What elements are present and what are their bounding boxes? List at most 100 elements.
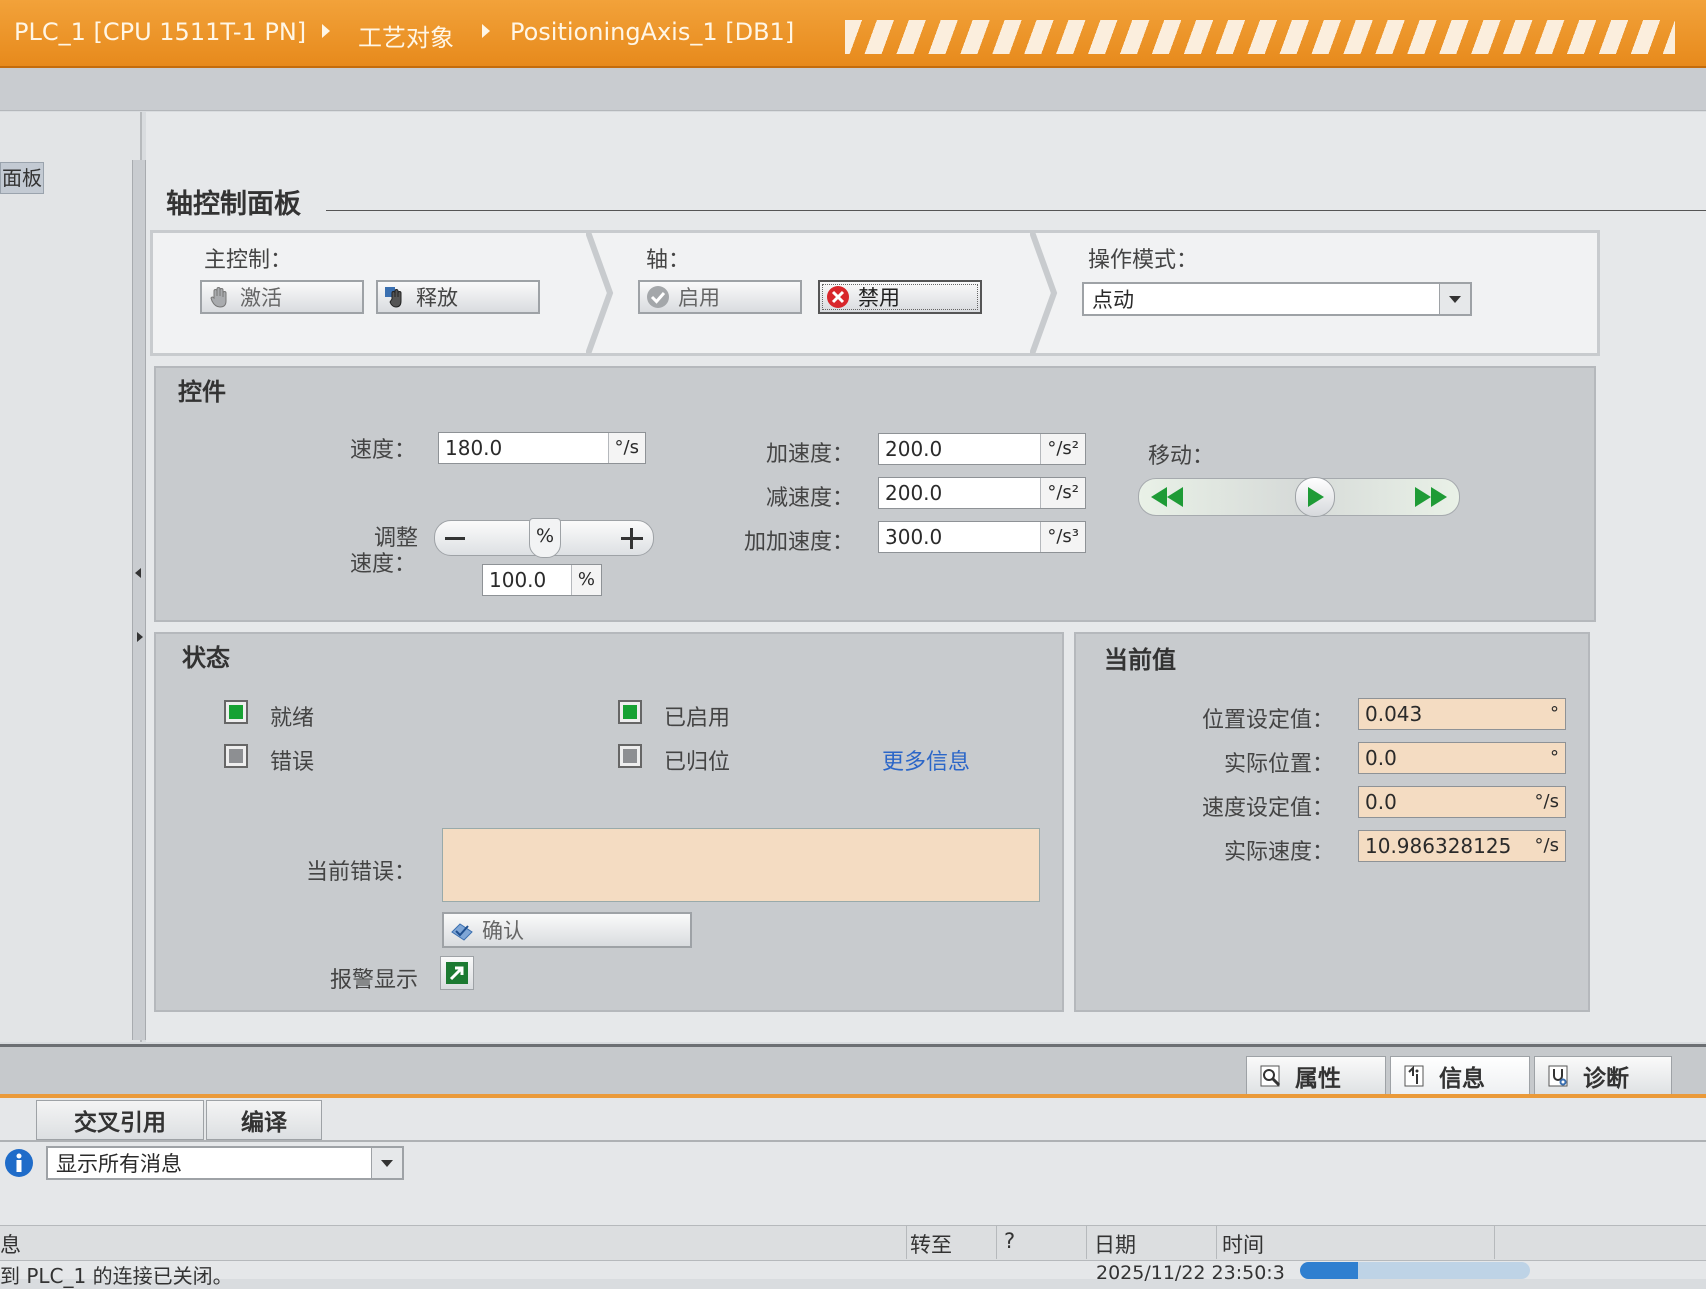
toolbar-strip xyxy=(0,68,1706,111)
column-separator[interactable] xyxy=(996,1226,997,1259)
check-circle-icon xyxy=(647,286,669,308)
acknowledge-label: 确认 xyxy=(482,919,524,943)
deceleration-input[interactable]: 200.0 °/s² xyxy=(878,477,1086,509)
velocity-setpoint-label: 速度设定值： xyxy=(1202,796,1335,821)
acceleration-unit: °/s² xyxy=(1040,434,1085,464)
jog-control[interactable] xyxy=(1138,477,1460,517)
error-x-icon xyxy=(827,286,849,308)
breadcrumb-folder[interactable]: 工艺对象 xyxy=(358,18,454,53)
velocity-override-slider[interactable]: % xyxy=(434,518,654,558)
diagnostics-icon xyxy=(1548,1065,1568,1086)
status-section xyxy=(154,632,1064,1012)
jog-position-button[interactable] xyxy=(1295,477,1335,517)
velocity-setpoint-value: 0.0 xyxy=(1365,790,1397,814)
master-control-label: 主控制： xyxy=(204,248,293,273)
chevron-down-icon[interactable] xyxy=(1439,284,1470,314)
collapse-left-icon[interactable] xyxy=(135,568,141,578)
operating-mode-select[interactable]: 点动 xyxy=(1082,282,1472,316)
position-setpoint-unit: ° xyxy=(1544,699,1565,729)
actual-velocity-field: 10.986328125 °/s xyxy=(1358,830,1566,862)
acknowledge-button[interactable]: 确认 xyxy=(442,912,692,948)
info-icon xyxy=(1404,1065,1424,1086)
alarm-display-button[interactable] xyxy=(440,956,474,990)
activate-label: 激活 xyxy=(240,286,282,310)
minus-icon[interactable] xyxy=(445,537,465,540)
alarm-display-label: 报警显示 xyxy=(330,968,419,993)
panel-splitter[interactable] xyxy=(132,160,146,1040)
deceleration-value: 200.0 xyxy=(885,481,943,505)
move-label: 移动： xyxy=(1148,444,1215,469)
breadcrumb-object[interactable]: PositioningAxis_1 [DB1] xyxy=(510,18,794,46)
section-divider xyxy=(586,230,614,356)
position-setpoint-value: 0.043 xyxy=(1365,702,1423,726)
acceleration-input[interactable]: 200.0 °/s² xyxy=(878,433,1086,465)
message-filter-select[interactable]: 显示所有消息 xyxy=(46,1146,404,1180)
error-label: 错误 xyxy=(270,750,315,775)
tab-compile[interactable]: 编译 xyxy=(206,1100,322,1140)
acceleration-value: 200.0 xyxy=(885,437,943,461)
operating-mode-label: 操作模式： xyxy=(1088,248,1199,273)
release-label: 释放 xyxy=(416,286,458,310)
enable-label: 启用 xyxy=(678,286,720,310)
activate-button[interactable]: 激活 xyxy=(200,280,364,314)
tab-cross-references[interactable]: 交叉引用 xyxy=(36,1100,204,1140)
column-separator[interactable] xyxy=(1086,1226,1087,1259)
enabled-indicator xyxy=(618,700,642,724)
jerk-value: 300.0 xyxy=(885,525,943,549)
tab-diagnostics[interactable]: 诊断 xyxy=(1534,1056,1672,1094)
deceleration-unit: °/s² xyxy=(1040,478,1085,508)
status-progress-bar xyxy=(1300,1262,1530,1279)
jog-backward-icon[interactable] xyxy=(1151,487,1185,507)
section-divider xyxy=(1030,230,1058,356)
speed-input[interactable]: 180.0 °/s xyxy=(438,432,646,464)
play-icon xyxy=(1308,487,1324,507)
tab-info[interactable]: 信息 xyxy=(1390,1056,1530,1094)
breadcrumb-separator-icon xyxy=(322,24,330,38)
release-button[interactable]: 释放 xyxy=(376,280,540,314)
position-setpoint-label: 位置设定值： xyxy=(1202,708,1335,733)
override-label-line2: 速度： xyxy=(350,552,417,577)
operating-mode-value: 点动 xyxy=(1092,288,1134,312)
current-error-field xyxy=(442,828,1040,902)
acceleration-label: 加速度： xyxy=(766,442,855,467)
breadcrumb-device[interactable]: PLC_1 [CPU 1511T-1 PN] xyxy=(14,18,306,46)
plus-icon-stem xyxy=(630,528,633,549)
column-separator[interactable] xyxy=(906,1226,907,1259)
message-table-header xyxy=(0,1225,1706,1261)
enabled-label: 已启用 xyxy=(664,706,731,731)
actual-position-unit: ° xyxy=(1544,743,1565,773)
status-title: 状态 xyxy=(182,644,230,672)
message-row-text[interactable]: 到 PLC_1 的连接已关闭。 xyxy=(0,1260,233,1289)
override-slider-thumb[interactable]: % xyxy=(529,518,561,558)
jerk-input[interactable]: 300.0 °/s³ xyxy=(878,521,1086,553)
col-question: ? xyxy=(1004,1229,1016,1253)
velocity-setpoint-unit: °/s xyxy=(1528,787,1565,817)
column-separator[interactable] xyxy=(1494,1226,1495,1259)
override-value-input[interactable]: 100.0 % xyxy=(482,564,602,596)
expand-right-icon[interactable] xyxy=(137,632,143,642)
error-indicator xyxy=(224,744,248,768)
deceleration-label: 减速度： xyxy=(766,486,855,511)
chevron-down-icon[interactable] xyxy=(371,1148,402,1178)
info-circle-icon xyxy=(5,1149,33,1177)
actual-velocity-value: 10.986328125 xyxy=(1365,834,1512,858)
col-date: 日期 xyxy=(1094,1233,1136,1257)
current-values-section xyxy=(1074,632,1590,1012)
left-tab-panel[interactable]: 面板 xyxy=(0,162,44,194)
ready-indicator xyxy=(224,700,248,724)
actual-velocity-unit: °/s xyxy=(1528,831,1565,861)
axis-label: 轴： xyxy=(646,248,691,273)
disable-axis-button[interactable]: 禁用 xyxy=(818,280,982,314)
more-info-link[interactable]: 更多信息 xyxy=(882,744,970,776)
column-separator[interactable] xyxy=(1216,1226,1217,1259)
actual-velocity-label: 实际速度： xyxy=(1224,840,1335,865)
tab-properties[interactable]: 属性 xyxy=(1246,1056,1386,1094)
current-error-label: 当前错误： xyxy=(306,860,417,885)
actual-position-label: 实际位置： xyxy=(1224,752,1335,777)
info-tab-divider xyxy=(0,1140,1706,1142)
override-value: 100.0 xyxy=(489,568,547,592)
enable-axis-button[interactable]: 启用 xyxy=(638,280,802,314)
properties-icon xyxy=(1260,1065,1281,1086)
jog-forward-icon[interactable] xyxy=(1413,487,1447,507)
homed-label: 已归位 xyxy=(664,750,731,775)
